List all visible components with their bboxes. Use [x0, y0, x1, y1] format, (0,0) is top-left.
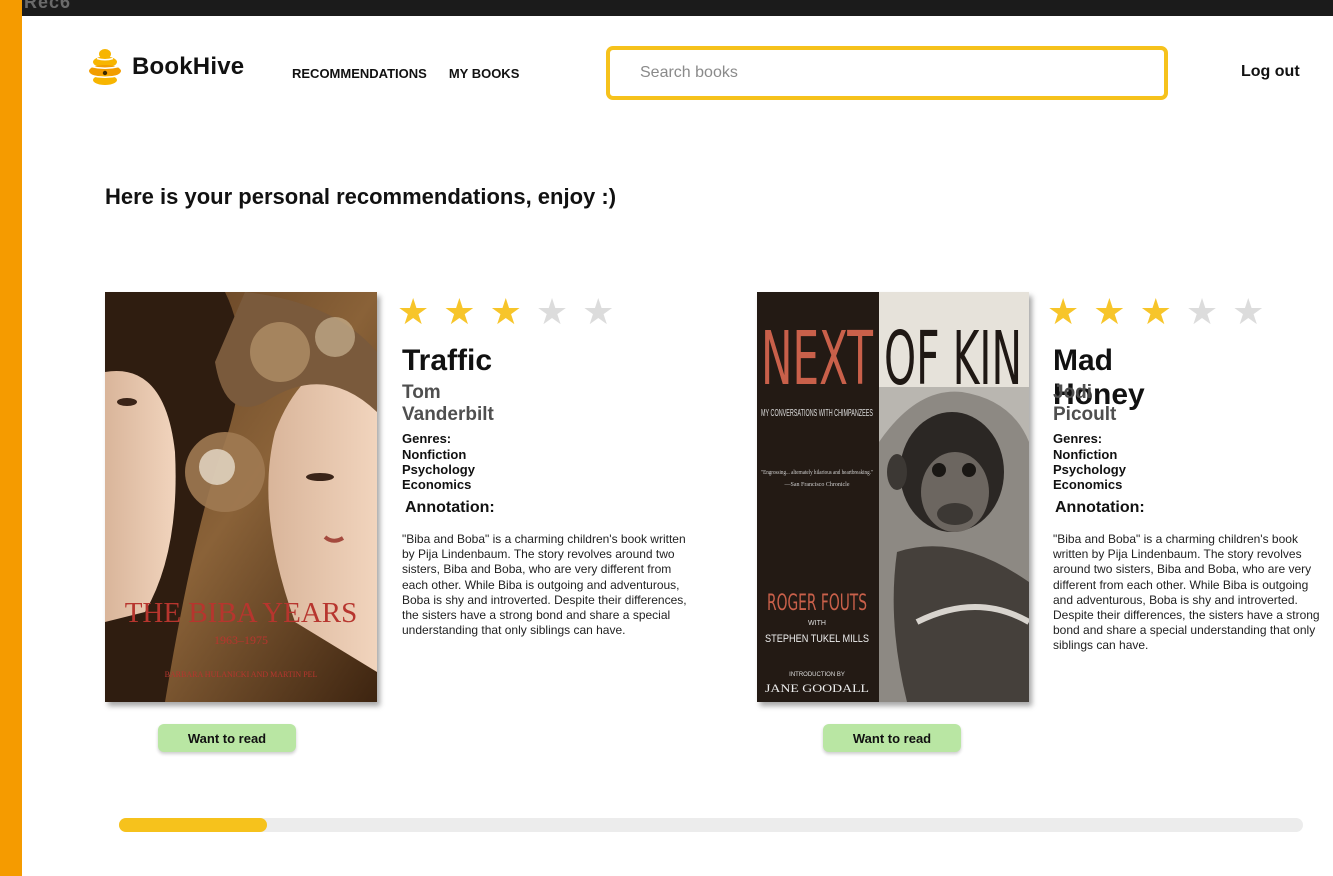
genres-value: Nonfiction Psychology Economics: [1053, 447, 1126, 492]
want-to-read-button[interactable]: Want to read: [158, 724, 296, 752]
cover-intro-name: JANE GOODALL: [765, 681, 869, 695]
page-heading: Here is your personal recommendations, e…: [105, 184, 617, 209]
cover-author: ROGER FOUTS: [767, 591, 867, 616]
main-nav: RECOMMENDATIONS MY BOOKS: [292, 66, 519, 81]
book-author: Tom Vanderbilt: [402, 382, 494, 425]
cover-authors: BARBARA HULANICKI AND MARTIN PEL: [165, 670, 318, 679]
star-icon[interactable]: ★: [490, 294, 522, 330]
book-author: Jodi Picoult: [1053, 382, 1117, 425]
nav-my-books[interactable]: MY BOOKS: [449, 66, 520, 81]
cover-title-next: NEXT: [761, 316, 873, 402]
star-icon[interactable]: ★: [397, 294, 429, 330]
star-icon[interactable]: ★: [1047, 294, 1079, 330]
star-icon[interactable]: ★: [536, 294, 568, 330]
genres-value: Nonfiction Psychology Economics: [402, 447, 475, 492]
star-icon[interactable]: ★: [1140, 294, 1172, 330]
logo[interactable]: BookHive: [88, 48, 244, 86]
logo-text: BookHive: [132, 53, 245, 80]
cover-with: WITH: [808, 620, 826, 627]
window-title: Rec6: [24, 0, 72, 12]
star-icon[interactable]: ★: [443, 294, 475, 330]
carousel-scroll-thumb[interactable]: [119, 818, 267, 832]
cover-years: 1963–1975: [214, 633, 268, 647]
book-cover[interactable]: NEXT OF KIN MY CONVERSATIONS WITH CHIMPA…: [757, 292, 1029, 702]
window-titlebar: Rec6: [0, 0, 1333, 16]
carousel-scrollbar[interactable]: [119, 818, 1303, 832]
book-cover[interactable]: THE BIBA YEARS 1963–1975 BARBARA HULANIC…: [105, 292, 377, 702]
nav-recommendations[interactable]: RECOMMENDATIONS: [292, 66, 427, 81]
want-to-read-button[interactable]: Want to read: [823, 724, 961, 752]
search-input[interactable]: [610, 50, 1164, 96]
genres-label: Genres:: [1053, 431, 1103, 446]
cover-quote: "Engrossing... alternately hilarious and…: [761, 470, 873, 476]
search-box: [606, 46, 1168, 100]
cover-subtitle: MY CONVERSATIONS WITH CHIMPANZEES: [761, 408, 873, 419]
star-icon[interactable]: ★: [1093, 294, 1125, 330]
cover-intro: INTRODUCTION BY: [789, 672, 845, 678]
header: BookHive RECOMMENDATIONS MY BOOKS Log ou…: [22, 46, 1333, 102]
cover-quote-source: —San Francisco Chronicle: [784, 482, 850, 488]
annotation-text: "Biba and Boba" is a charming children's…: [402, 532, 687, 638]
rating-stars[interactable]: ★ ★ ★ ★ ★: [397, 294, 614, 330]
book-title: Traffic: [402, 344, 493, 377]
cover-coauthor: STEPHEN TUKEL MILLS: [765, 633, 869, 645]
genres-label: Genres:: [402, 431, 452, 446]
star-icon[interactable]: ★: [582, 294, 614, 330]
logout-link[interactable]: Log out: [1241, 63, 1300, 81]
star-icon[interactable]: ★: [1232, 294, 1264, 330]
annotation-label: Annotation:: [1055, 499, 1145, 516]
window-frame-left: [0, 0, 22, 876]
star-icon[interactable]: ★: [1186, 294, 1218, 330]
rating-stars[interactable]: ★ ★ ★ ★ ★: [1047, 294, 1264, 330]
annotation-text: "Biba and Boba" is a charming children's…: [1053, 532, 1320, 653]
cover-title: THE BIBA YEARS: [125, 597, 358, 629]
cover-title-of-kin: OF KIN: [884, 316, 1022, 402]
annotation-label: Annotation:: [405, 499, 495, 516]
beehive-icon: [88, 48, 122, 86]
